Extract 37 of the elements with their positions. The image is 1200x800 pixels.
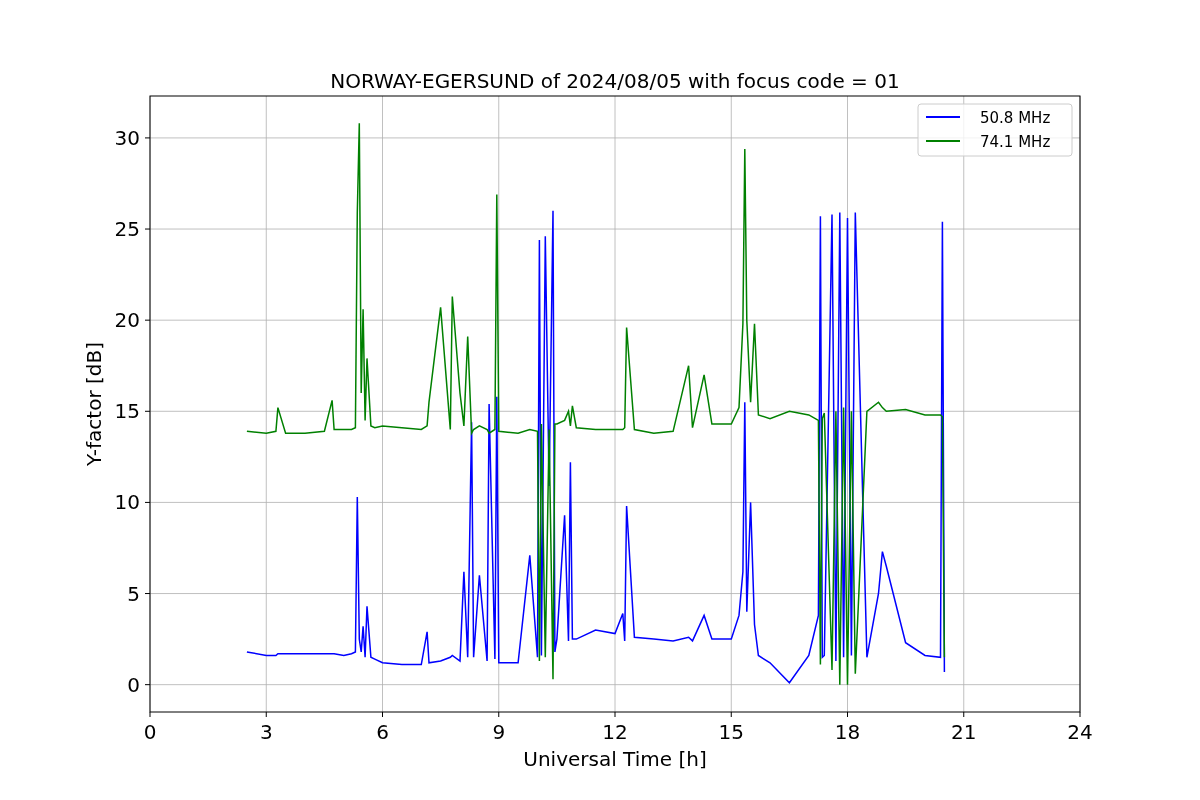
tick-mark [144, 319, 151, 321]
legend-label: 74.1 MHz [980, 133, 1051, 151]
y-tick-label: 20 [114, 308, 140, 333]
tick-mark [144, 501, 151, 503]
tick-mark [144, 593, 151, 595]
tick-mark [265, 711, 267, 718]
tick-mark [847, 711, 848, 718]
x-tick-label: 9 [492, 720, 506, 744]
y-axis-label: Y-factor [dB] [82, 342, 106, 466]
y-tick-label: 15 [114, 399, 140, 424]
x-axis-label: Universal Time [h] [523, 747, 707, 771]
legend-label: 50.8 MHz [980, 109, 1051, 127]
y-tick-label: 0 [127, 672, 140, 697]
x-tick-label: 24 [1067, 720, 1093, 744]
y-tick-label: 10 [114, 490, 140, 515]
y-tick-label: 5 [127, 581, 140, 606]
y-tick-label: 30 [114, 125, 140, 150]
tick-mark [144, 410, 151, 412]
tick-mark [963, 711, 965, 718]
x-tick-label: 12 [602, 720, 628, 744]
x-tick-label: 6 [376, 720, 389, 744]
tick-mark [144, 228, 151, 230]
x-tick-label: 21 [951, 720, 977, 744]
tick-mark [730, 711, 732, 718]
x-tick-label: 0 [143, 720, 157, 744]
tick-mark [144, 684, 151, 686]
x-tick-label: 18 [834, 720, 861, 744]
tick-mark [614, 711, 616, 718]
x-tick-label: 15 [718, 720, 744, 744]
tick-mark [498, 711, 500, 718]
x-tick-label: 3 [259, 720, 273, 744]
chart-title: NORWAY-EGERSUND of 2024/08/05 with focus code = 01 [330, 69, 900, 93]
tick-mark [382, 711, 383, 718]
tick-mark [149, 711, 151, 718]
y-tick-label: 25 [114, 217, 140, 242]
tick-mark [1079, 711, 1081, 718]
tick-mark [144, 137, 151, 139]
